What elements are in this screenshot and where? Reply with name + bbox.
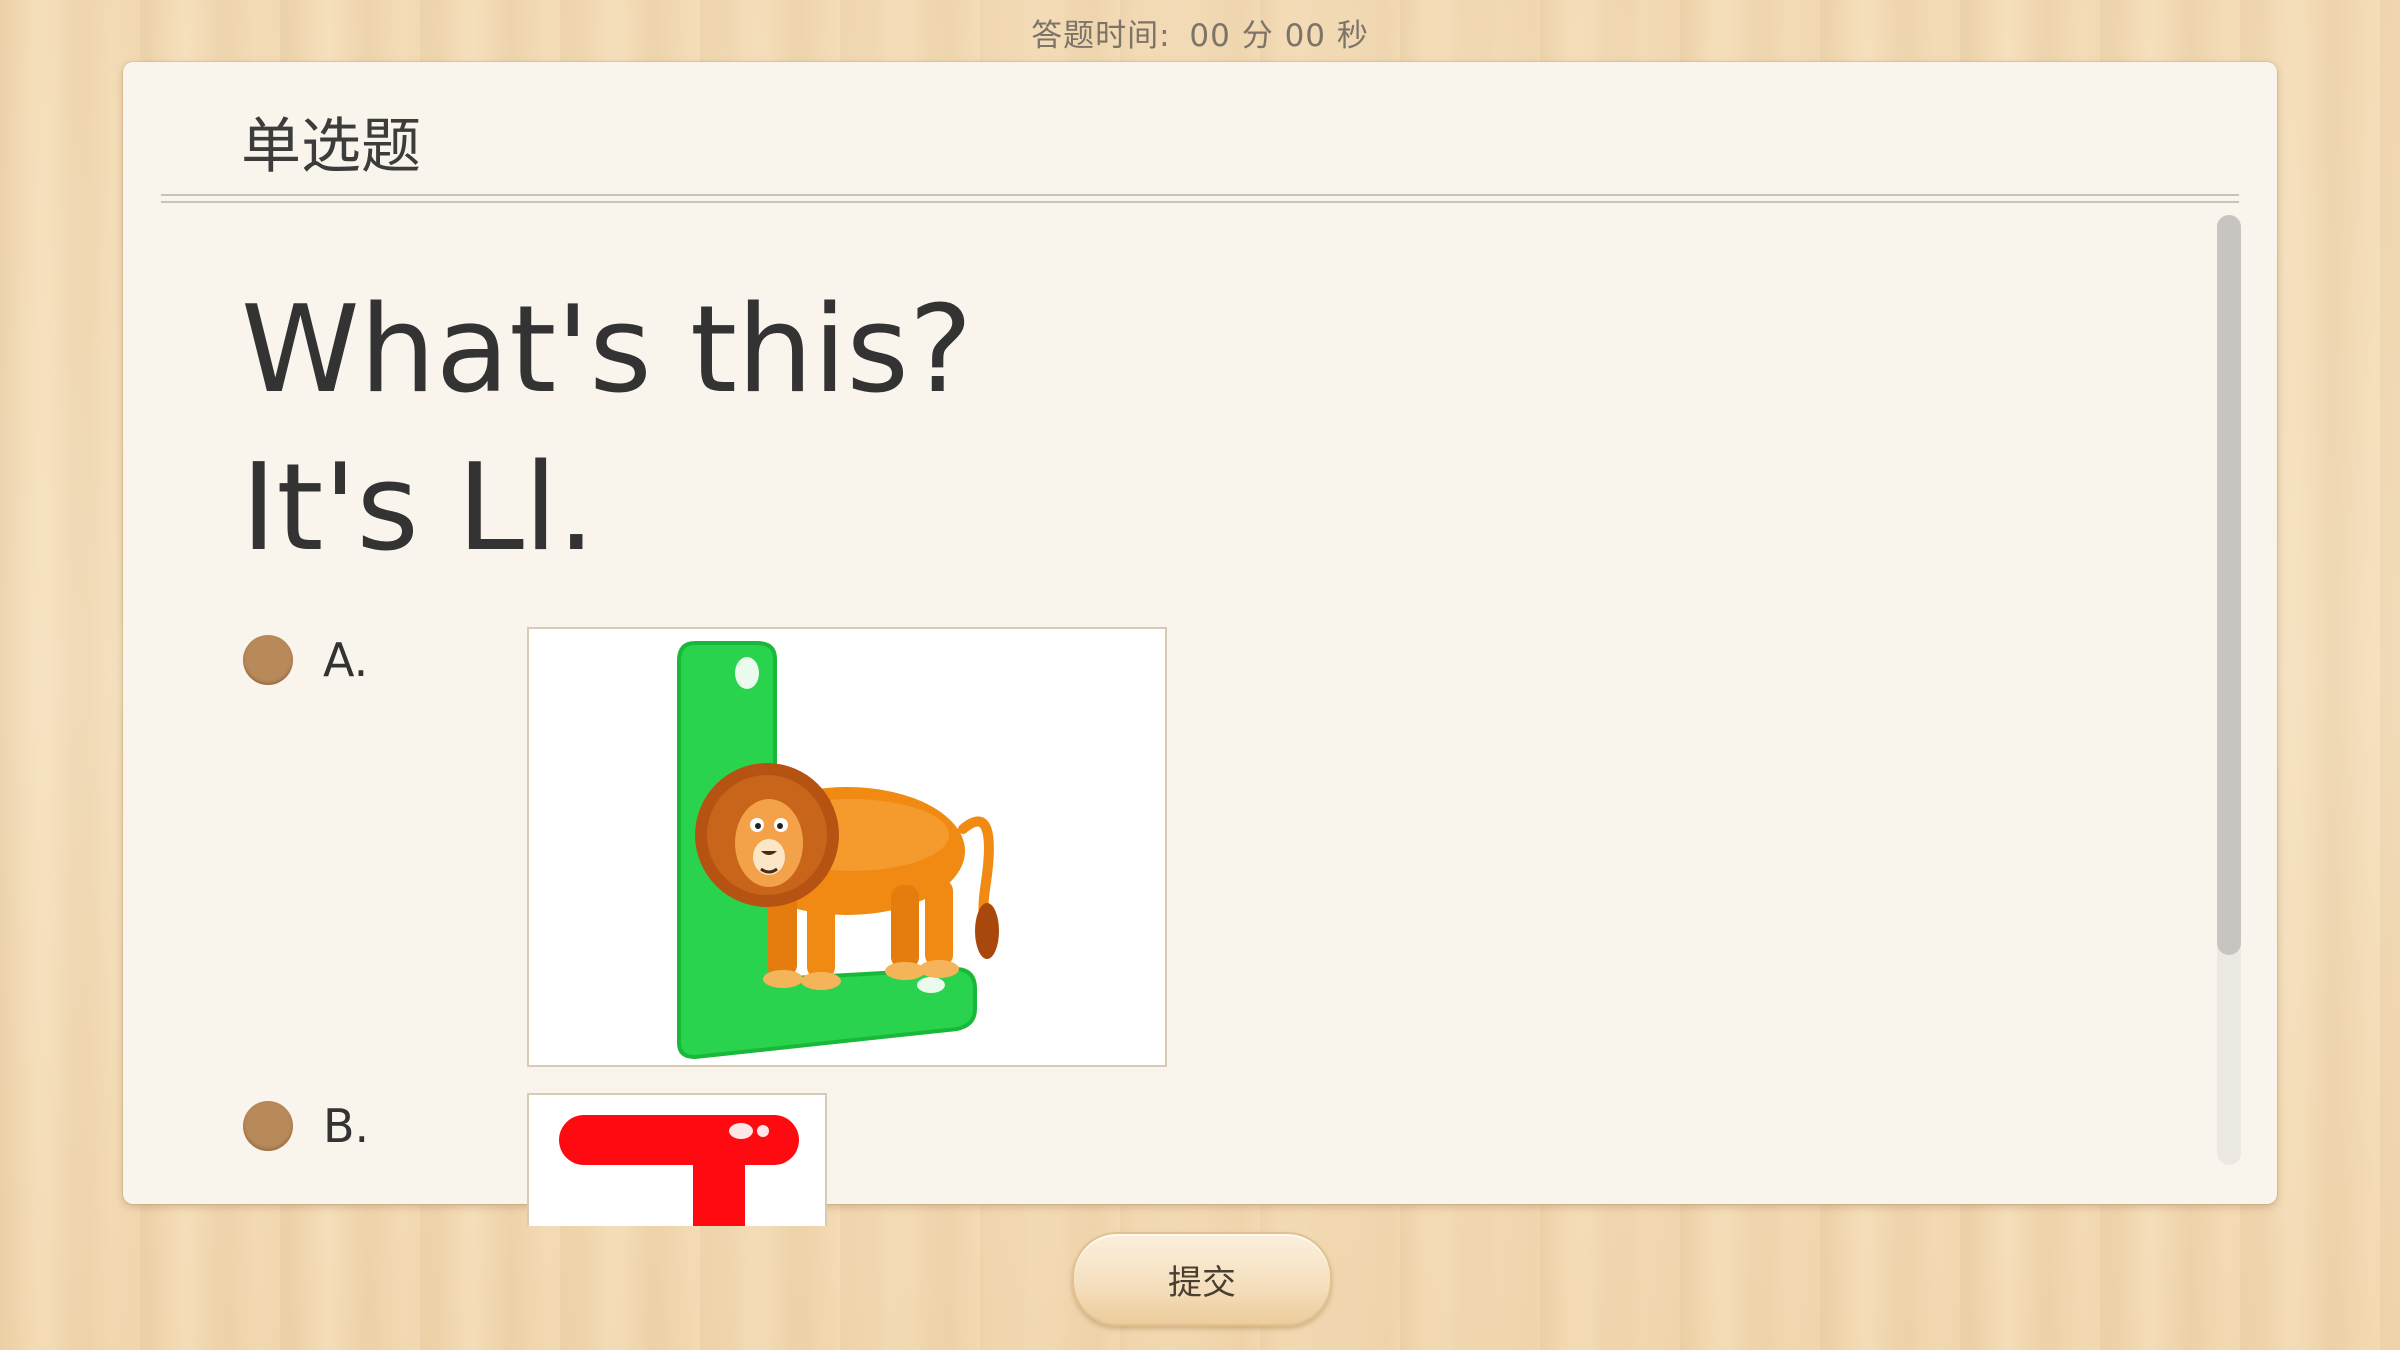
submit-button[interactable]: 提交 — [1072, 1232, 1332, 1326]
timer-seconds-unit: 秒 — [1336, 18, 1369, 54]
scrollbar-thumb[interactable] — [2217, 215, 2241, 955]
timer-minutes: 00 — [1189, 18, 1231, 54]
option-b-image[interactable] — [527, 1093, 827, 1226]
letter-l-lion-picture — [677, 641, 999, 1060]
option-b-radio[interactable] — [243, 1101, 293, 1151]
vertical-scrollbar[interactable] — [2217, 215, 2241, 1165]
timer-seconds: 00 — [1284, 18, 1327, 54]
question-text: What's this? It's Ll. — [241, 272, 973, 588]
question-card: 单选题 What's this? It's Ll. A. B. — [123, 62, 2277, 1226]
question-line-1: What's this? — [241, 281, 973, 420]
timer-label: 答题时间: — [1031, 18, 1171, 54]
option-a-image[interactable] — [527, 627, 1167, 1067]
question-line-2: It's Ll. — [241, 439, 596, 578]
question-content[interactable]: What's this? It's Ll. A. B. — [123, 204, 2203, 1226]
option-a-radio[interactable] — [243, 635, 293, 685]
question-type-title: 单选题 — [241, 112, 421, 182]
option-b-label: B. — [323, 1099, 370, 1153]
answer-timer: 答题时间: 00 分 00 秒 — [0, 10, 2400, 55]
option-a-label: A. — [323, 633, 369, 687]
letter-t-picture — [559, 1115, 799, 1226]
timer-minutes-unit: 分 — [1241, 18, 1274, 54]
header-divider — [161, 194, 2239, 203]
